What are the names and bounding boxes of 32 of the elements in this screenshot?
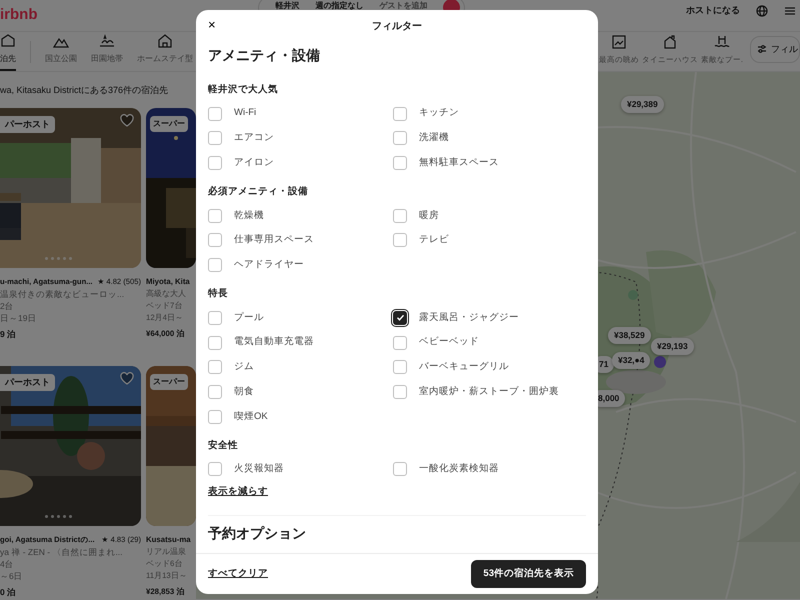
carousel-dots[interactable]	[45, 256, 72, 260]
section-heading: アメニティ・設備	[208, 46, 321, 64]
results-title: wa, Kitasaku Districtにある376件の宿泊先	[0, 84, 170, 97]
frame-icon	[610, 34, 627, 50]
carousel-dots[interactable]	[45, 514, 72, 518]
listing-price: 0 泊	[0, 586, 18, 598]
category-tab[interactable]: 泊先	[0, 33, 16, 71]
house-icon	[157, 33, 173, 49]
sliders-icon	[757, 44, 767, 54]
listing-beds: 2台	[0, 300, 15, 312]
pool-icon	[714, 34, 730, 50]
listing-title: ya 禅 - ZEN - 〈自然に囲まれ...	[0, 546, 124, 558]
host-badge: パーホスト	[0, 116, 55, 133]
search-segment[interactable]: 軽井沢	[275, 1, 300, 10]
listing-beds: 4台	[0, 558, 15, 570]
listing-price: 9 泊	[0, 328, 18, 340]
listing-dates: ～6日	[0, 570, 24, 582]
listing-title: 温泉付きの素敵なビューロッ...	[0, 288, 126, 300]
menu-icon[interactable]	[784, 4, 796, 17]
host-badge: スーパー	[150, 374, 188, 390]
listing-dates: 日～19日	[0, 312, 38, 324]
host-link[interactable]: ホストになる	[686, 4, 740, 18]
host-badge: パーホスト	[0, 374, 55, 391]
host-badge: スーパー	[150, 116, 188, 132]
search-segment[interactable]: 週の指定なし	[315, 1, 364, 10]
house-icon	[0, 33, 16, 49]
dialog-title: フィルター	[372, 20, 422, 34]
field-icon	[99, 33, 115, 49]
globe-icon[interactable]	[756, 4, 768, 17]
small-house-icon	[662, 34, 678, 50]
filter-button[interactable]: フィル	[750, 36, 800, 63]
close-button[interactable]: ×	[206, 18, 218, 32]
